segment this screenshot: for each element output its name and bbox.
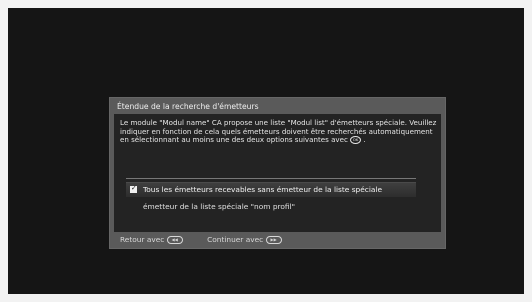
- ok-button-icon: OK: [350, 136, 362, 145]
- continue-label: Continuer avec: [207, 235, 264, 244]
- description-text: Le module "Modul name" CA propose une li…: [120, 118, 437, 145]
- option-all-channels-label: Tous les émetteurs recevables sans émett…: [143, 185, 383, 194]
- dialog-footer: Retour avec ◀◀ Continuer avec ▶▶: [120, 235, 304, 244]
- dialog-description: Le module "Modul name" CA propose une li…: [120, 118, 438, 145]
- forward-key-icon: ▶▶: [265, 236, 282, 244]
- rewind-key-icon: ◀◀: [166, 236, 183, 244]
- tv-screen: Étendue de la recherche d'émetteurs Le m…: [8, 8, 524, 294]
- back-label: Retour avec: [120, 235, 165, 244]
- option-special-list[interactable]: émetteur de la liste spéciale "nom profi…: [143, 202, 295, 211]
- back-hint[interactable]: Retour avec ◀◀: [120, 235, 183, 244]
- options-divider: [126, 178, 416, 179]
- dialog-body: Le module "Modul name" CA propose une li…: [114, 114, 441, 232]
- checkbox-checked[interactable]: ✓: [130, 184, 137, 193]
- dialog-title: Étendue de la recherche d'émetteurs: [117, 102, 259, 111]
- continue-hint[interactable]: Continuer avec ▶▶: [207, 235, 282, 244]
- option-all-channels[interactable]: ✓ Tous les émetteurs recevables sans éme…: [126, 182, 416, 197]
- channel-search-dialog: Étendue de la recherche d'émetteurs Le m…: [110, 98, 445, 248]
- check-icon: ✓: [131, 184, 137, 192]
- description-end: .: [363, 135, 366, 145]
